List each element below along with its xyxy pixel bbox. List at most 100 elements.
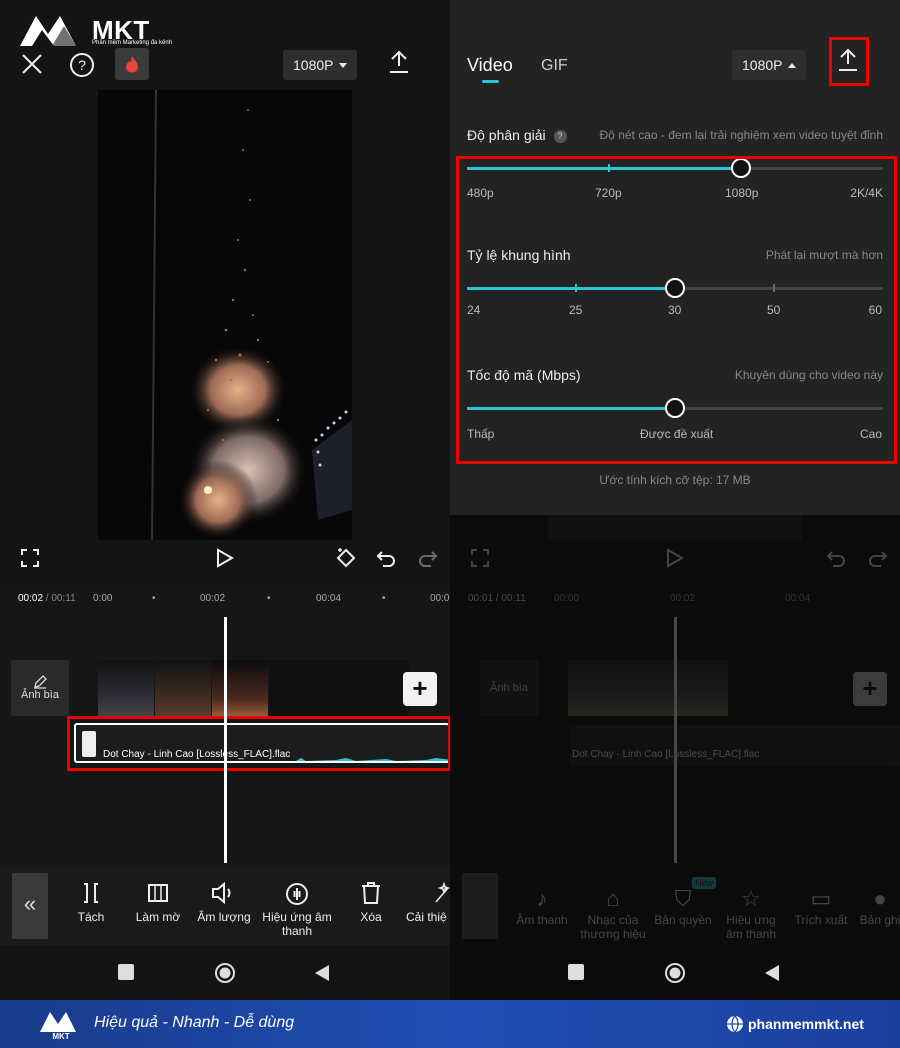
timecode: 00:01 / 00:11 (468, 593, 526, 604)
globe-icon (726, 1015, 744, 1038)
cover-button[interactable]: Ảnh bìa (11, 660, 69, 716)
ruler-dot: • (152, 593, 156, 604)
fire-icon (126, 56, 138, 73)
export-settings-panel: Video GIF 1080P Độ phân giải ? Độ nét ca… (450, 0, 900, 1000)
play-icon[interactable] (216, 548, 235, 573)
music-icon: ♪ (536, 886, 548, 911)
edit-pencil-icon (34, 675, 47, 689)
help-icon[interactable]: ? (69, 52, 95, 82)
resolution-title-text: Độ phân giải (467, 127, 546, 143)
tool-label: Xóa (360, 910, 382, 924)
ruler-label: 00:02 (670, 593, 696, 604)
active-tab-indicator (482, 80, 499, 83)
clip-thumbnail[interactable] (98, 660, 154, 716)
brand-footer: MKT Hiệu quả - Nhanh - Dễ dùng phanmemmk… (0, 1000, 900, 1048)
add-clip-button: + (853, 672, 887, 706)
tool-label: Bản quyền (654, 913, 712, 927)
collapse-toolbar-button[interactable]: « (12, 873, 48, 939)
redo-icon (868, 548, 888, 573)
highlight-audio-box (67, 716, 450, 771)
clip-thumbnail[interactable] (269, 660, 409, 716)
fullscreen-icon[interactable] (20, 548, 40, 573)
tool-enhance[interactable]: Cải thiệ nó (406, 881, 450, 924)
home-button[interactable] (214, 962, 236, 989)
current-time: 00:01 (468, 593, 494, 604)
copyright-icon: ⛉ (674, 886, 692, 911)
new-badge: New (692, 877, 717, 889)
tool-split[interactable]: Tách (66, 882, 116, 924)
tool-label: Làm mờ (135, 910, 181, 924)
logo-tagline: Phần mềm Marketing đa kênh (92, 40, 173, 46)
clip-thumbnail[interactable] (212, 660, 268, 716)
home-button[interactable] (664, 962, 686, 989)
tool-blur[interactable]: Làm mờ (128, 882, 188, 924)
back-button[interactable] (314, 964, 330, 987)
brand-music-icon: ⌂ (606, 886, 620, 911)
tool-copyright: ⛉ Bản quyền New (650, 877, 717, 927)
tool-label: Cải thiệ nó (406, 910, 450, 924)
fullscreen-icon (470, 548, 490, 573)
folder-icon: ▭ (810, 886, 832, 911)
tab-video[interactable]: Video (467, 55, 513, 76)
sound-effect-icon (258, 882, 336, 910)
tool-label: Nhạc của thương hiệu (580, 913, 646, 941)
editor-panel-left: MKT Phần mềm Marketing đa kênh ? 1080P 0… (0, 0, 450, 1000)
redo-icon[interactable] (418, 548, 438, 573)
file-size-estimate: Ước tính kích cỡ tệp: 17 MB (599, 473, 751, 487)
collapse-toolbar-button (462, 873, 498, 939)
undo-icon[interactable] (376, 548, 396, 573)
tool-volume[interactable]: Âm lượng (194, 881, 254, 924)
tab-gif[interactable]: GIF (541, 57, 568, 75)
blur-icon (128, 882, 188, 910)
total-time: / 00:11 (43, 593, 76, 604)
delete-icon (346, 882, 396, 910)
volume-icon (194, 881, 254, 910)
ruler-label: 0:00 (93, 593, 113, 604)
tool-label: Hiệu ứng âm thanh (262, 910, 332, 938)
resolution-dropdown[interactable]: 1080P (732, 50, 807, 80)
tool-label: Tách (77, 910, 105, 924)
tool-label: Âm thanh (516, 913, 568, 927)
footer-website[interactable]: phanmemmkt.net (748, 1016, 864, 1032)
tool-extract: ▭ Trích xuất (790, 885, 852, 927)
ruler-label: 00:0 (430, 593, 450, 604)
playhead[interactable] (224, 617, 227, 863)
current-time: 00:02 (18, 593, 44, 604)
cover-label: Ảnh bìa (490, 682, 528, 694)
tool-brand-music: ⌂ Nhạc của thương hiệu (578, 885, 648, 941)
dimmed-editor: 00:01 / 00:11 00:00 00:02 00:04 Ảnh bìa … (450, 515, 900, 1000)
video-preview[interactable] (98, 90, 352, 540)
tool-sound-effect[interactable]: Hiệu ứng âm thanh (258, 882, 336, 938)
mkt-logo-icon: MKT (40, 1012, 76, 1040)
clip-thumbnail[interactable] (155, 660, 211, 716)
timecode: 00:02 / 00:11 (18, 593, 76, 604)
resolution-value: 1080P (293, 57, 334, 73)
tool-label: Hiệu ứng âm thanh (725, 913, 777, 941)
recent-apps-button[interactable] (118, 964, 134, 980)
tool-label: Bản ghi (859, 913, 900, 927)
help-icon[interactable]: ? (553, 130, 567, 143)
svg-text:MKT: MKT (52, 1032, 69, 1040)
close-icon[interactable] (20, 52, 44, 80)
playhead (674, 617, 677, 863)
recent-apps-button[interactable] (568, 964, 584, 980)
tool-sound-effect: ☆ Hiệu ứng âm thanh (720, 885, 782, 941)
resolution-title: Độ phân giải ? (467, 127, 567, 143)
highlight-settings-box (456, 156, 897, 464)
back-button[interactable] (764, 964, 780, 987)
export-icon[interactable] (388, 50, 410, 79)
enhance-icon (406, 881, 450, 910)
ruler-label: 00:02 (200, 593, 226, 604)
footer-slogan: Hiệu quả - Nhanh - Dễ dùng (94, 1014, 295, 1031)
resolution-value: 1080P (742, 57, 783, 73)
highlight-export-box (829, 37, 869, 86)
tool-delete[interactable]: Xóa (346, 882, 396, 924)
resolution-dropdown[interactable]: 1080P (283, 50, 358, 80)
play-icon (666, 548, 685, 573)
trending-fire-button[interactable] (115, 48, 149, 80)
add-clip-button[interactable]: + (403, 672, 437, 706)
clip-thumbnail (568, 660, 728, 716)
keyframe-icon[interactable] (334, 546, 358, 575)
cover-label: Ảnh bìa (21, 689, 59, 701)
cover-button: Ảnh bìa (480, 660, 538, 716)
